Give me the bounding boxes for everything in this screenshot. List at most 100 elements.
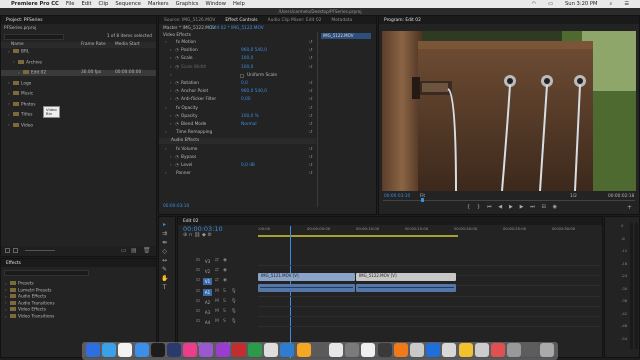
dock-app-icon[interactable]	[458, 343, 473, 357]
reset-icon[interactable]: ↺	[309, 56, 313, 62]
add-button-icon[interactable]: +	[627, 204, 632, 211]
dock-app-icon[interactable]	[183, 343, 198, 357]
effects-item[interactable]: › Lumetri Presets	[5, 287, 52, 294]
solo-icon[interactable]: S	[223, 289, 226, 294]
ec-timecode[interactable]: 00:00:03:10	[163, 204, 189, 210]
razor-tool-icon[interactable]: ◇	[161, 248, 168, 255]
slip-tool-icon[interactable]: ↔	[161, 257, 168, 264]
search-icon[interactable]: ⌕	[609, 1, 612, 8]
dock-app-icon[interactable]	[410, 343, 424, 357]
reset-icon[interactable]: ↺	[309, 147, 313, 153]
tab-metadata[interactable]: Metadata	[326, 18, 357, 23]
dock-app-icon[interactable]	[231, 343, 246, 357]
pen-tool-icon[interactable]: ✎	[161, 266, 168, 273]
dock-app-icon[interactable]	[523, 343, 538, 357]
step-forward-icon[interactable]: ▶	[520, 204, 524, 211]
reset-icon[interactable]: ↺	[309, 163, 313, 169]
tab-sequence[interactable]: Edit 02	[178, 219, 204, 224]
project-item[interactable]: › Music	[1, 91, 156, 97]
reset-icon[interactable]: ↺	[309, 171, 313, 177]
dock-app-icon[interactable]	[377, 343, 392, 357]
icon-view-icon[interactable]	[13, 248, 18, 253]
mark-in-icon[interactable]: {	[467, 204, 470, 211]
reset-icon[interactable]: ↺	[309, 155, 313, 161]
effects-item[interactable]: › Presets	[5, 281, 34, 287]
mic-icon[interactable]: 🎙	[231, 309, 237, 314]
col-media-start[interactable]: Media Start	[115, 42, 140, 48]
effect-row-value[interactable]: Normal	[241, 122, 257, 128]
eye-icon[interactable]: ◉	[223, 258, 227, 263]
selection-tool-icon[interactable]: ▸	[161, 221, 168, 228]
linked-icon[interactable]: ⛓	[194, 232, 200, 238]
menu-app-name[interactable]: Premiere Pro CC	[11, 1, 59, 7]
project-item[interactable]: › Titles	[1, 112, 156, 118]
track-label[interactable]: V2	[203, 268, 212, 275]
eye-icon[interactable]: ◉	[223, 278, 227, 283]
dock-app-icon[interactable]	[491, 343, 505, 357]
sync-icon[interactable]: ⇄	[215, 258, 219, 263]
reset-icon[interactable]: ↺	[309, 106, 313, 112]
list-view-icon[interactable]	[5, 248, 10, 253]
stopwatch-icon[interactable]: ◔	[175, 56, 179, 62]
lock-icon[interactable]: ⊡	[196, 258, 200, 263]
reset-icon[interactable]: ↺	[309, 97, 313, 103]
ec-timeline-clip[interactable]: IMG_5122.MOV	[321, 33, 371, 39]
export-frame-icon[interactable]: ◉	[553, 204, 557, 211]
reset-icon[interactable]: ↺	[309, 40, 313, 46]
dock-app-icon[interactable]	[507, 343, 522, 357]
effect-row-value[interactable]: 100,0	[241, 65, 253, 71]
stopwatch-icon[interactable]: ◔	[175, 48, 179, 54]
effect-row-value[interactable]: 100,0	[241, 56, 253, 62]
chevron-right-icon[interactable]: ›	[165, 147, 170, 153]
dock-app-icon[interactable]	[426, 343, 441, 357]
menu-graphics[interactable]: Graphics	[176, 1, 199, 7]
effect-row-value[interactable]: 960,0 540,0	[241, 89, 267, 95]
new-item-icon[interactable]: ▤	[131, 247, 137, 254]
timeline-ruler[interactable]: :00:00 00:00:05:00 00:00:10:00 00:00:15:00 0…	[258, 225, 598, 235]
dock-app-icon[interactable]	[264, 343, 279, 357]
type-tool-icon[interactable]: T	[161, 284, 168, 291]
dock-app-icon[interactable]	[442, 343, 457, 357]
track-label[interactable]: A1	[203, 288, 212, 296]
insert-icon[interactable]: ⊟	[542, 204, 546, 211]
lock-icon[interactable]: ⊡	[196, 299, 200, 304]
reset-icon[interactable]: ↺	[309, 81, 313, 87]
effect-row-value[interactable]: 960,0 540,0	[241, 48, 267, 54]
dock-app-icon[interactable]	[539, 343, 554, 357]
stopwatch-icon[interactable]: ◔	[175, 97, 179, 103]
project-item[interactable]: › Archive	[1, 59, 156, 66]
dock-app-icon[interactable]	[167, 343, 181, 357]
stopwatch-icon[interactable]: ◔	[175, 155, 179, 161]
menu-help[interactable]: Help	[233, 1, 245, 7]
dock-app-icon[interactable]	[199, 343, 214, 357]
chevron-right-icon[interactable]: ›	[165, 40, 170, 46]
tab-audio-clip-mixer[interactable]: Audio Clip Mixer: Edit 02	[263, 18, 327, 23]
menu-file[interactable]: File	[66, 1, 75, 7]
dock-app-icon[interactable]	[280, 343, 295, 357]
project-item[interactable]: › Photos	[1, 101, 156, 108]
effect-row-value[interactable]: 0,00	[241, 97, 251, 103]
program-playhead[interactable]	[421, 198, 424, 202]
project-item[interactable]: › Video	[1, 122, 156, 129]
clock[interactable]: Sun 3:20 PM	[565, 1, 597, 7]
menu-sequence[interactable]: Sequence	[115, 1, 141, 7]
tab-source[interactable]: Source: IMG_5126.MOV	[159, 18, 220, 23]
col-name[interactable]: Name	[11, 42, 24, 48]
tab-program[interactable]: Program: Edit 02	[379, 18, 426, 23]
video-clip[interactable]: IMG_5121.MOV [V]	[258, 273, 355, 281]
track-label[interactable]: V1	[203, 278, 212, 286]
tab-effect-controls[interactable]: Effect Controls	[220, 18, 262, 23]
menu-clip[interactable]: Clip	[99, 1, 109, 7]
hand-tool-icon[interactable]: ✋	[161, 275, 168, 282]
effects-item[interactable]: › Audio Effects	[5, 294, 46, 300]
menu-window[interactable]: Window	[206, 1, 226, 7]
wrench-icon[interactable]: ⚙	[207, 232, 211, 238]
mic-icon[interactable]: 🎙	[231, 289, 237, 294]
col-frame-rate[interactable]: Frame Rate	[81, 42, 106, 48]
lock-icon[interactable]: ⊡	[196, 268, 200, 273]
go-to-in-icon[interactable]: ⏮	[487, 204, 492, 211]
uniform-scale-checkbox[interactable]	[240, 73, 244, 78]
work-area-bar[interactable]	[258, 235, 458, 237]
marker-icon[interactable]: ◆	[202, 232, 206, 238]
mute-icon[interactable]: M	[215, 309, 219, 314]
